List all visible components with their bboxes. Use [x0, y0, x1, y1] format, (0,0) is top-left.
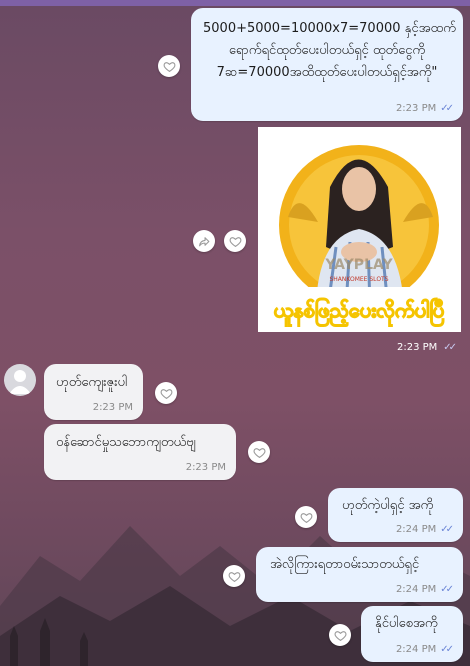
brand-logo-text: YAYPLAY [324, 257, 393, 273]
message-text: အဲလိုကြားရတာဝမ်းသာတယ်ရှင့် [270, 557, 420, 572]
message-meta: 2:24 PM ✓✓ [395, 644, 454, 656]
double-check-icon: ✓✓ [440, 584, 454, 595]
message-time: 2:23 PM [395, 103, 437, 114]
message-text-line: ရောက်ရင်ထုတ်ပေးပါတယ်ရှင့် ထုတ်ငွေကို [228, 43, 426, 58]
message-time: 2:23 PM [185, 462, 226, 473]
top-accent-bar [0, 0, 470, 6]
heart-outline-icon[interactable] [155, 382, 177, 404]
outgoing-message-bubble[interactable]: 5000+5000=10000x7=70000 နှင့်အထက် ရောက်ရ… [191, 8, 463, 121]
brand-sub-text: SHANKOMEE SLOTS [329, 276, 388, 283]
message-time: 2:24 PM [395, 524, 437, 535]
heart-outline-icon[interactable] [329, 624, 351, 646]
outgoing-message-bubble[interactable]: အဲလိုကြားရတာဝမ်းသာတယ်ရှင့် 2:24 PM ✓✓ [256, 547, 463, 602]
message-time: 2:23 PM [92, 402, 133, 413]
outgoing-message-bubble[interactable]: ဟုတ်ကဲ့ပါရှင့် အကို 2:24 PM ✓✓ [328, 488, 463, 542]
heart-outline-icon[interactable] [158, 55, 180, 77]
heart-outline-icon[interactable] [295, 506, 317, 528]
image-message-meta: 2:23 PM ✓✓ [397, 342, 457, 353]
heart-outline-icon[interactable] [224, 230, 246, 252]
message-meta: 2:23 PM ✓✓ [395, 103, 454, 115]
message-text-line: 7ဆ=70000အထိထုတ်ပေးပါတယ်ရှင့်အကို" [216, 65, 438, 80]
message-text: ဝန်ဆောင်မှုသဘောကျတယ်ဗျ [56, 435, 196, 450]
double-check-icon: ✓✓ [443, 342, 457, 353]
outgoing-message-bubble[interactable]: နိုင်ပါစေအကို 2:24 PM ✓✓ [361, 606, 463, 662]
heart-outline-icon[interactable] [223, 565, 245, 587]
message-text: ဟုတ်ကဲ့ပါရှင့် အကို [342, 498, 434, 513]
message-text-line: 5000+5000=10000x7=70000 နှင့်အထက် [203, 21, 456, 36]
incoming-message-bubble[interactable]: ဟုတ်ကျေးဇူးပါ 2:23 PM [44, 364, 143, 420]
message-meta: 2:24 PM ✓✓ [395, 524, 454, 536]
double-check-icon: ✓✓ [440, 524, 454, 535]
message-meta: 2:24 PM ✓✓ [395, 584, 454, 596]
message-meta: 2:23 PM [186, 462, 226, 474]
promo-image: YAYPLAY SHANKOMEE SLOTS ယူနစ်ဖြည့်ပေးလို… [258, 127, 461, 332]
message-time: 2:23 PM [397, 342, 438, 353]
forward-icon[interactable] [193, 230, 215, 252]
avatar[interactable] [4, 364, 36, 396]
image-message[interactable]: YAYPLAY SHANKOMEE SLOTS ယူနစ်ဖြည့်ပေးလို… [258, 127, 461, 332]
incoming-message-bubble[interactable]: ဝန်ဆောင်မှုသဘောကျတယ်ဗျ 2:23 PM [44, 424, 236, 480]
message-text: ဟုတ်ကျေးဇူးပါ [56, 375, 128, 390]
heart-outline-icon[interactable] [248, 441, 270, 463]
double-check-icon: ✓✓ [440, 644, 454, 655]
message-meta: 2:23 PM [93, 402, 133, 414]
message-text: နိုင်ပါစေအကို [375, 616, 438, 631]
double-check-icon: ✓✓ [440, 103, 454, 114]
message-time: 2:24 PM [395, 584, 437, 595]
message-time: 2:24 PM [395, 644, 437, 655]
